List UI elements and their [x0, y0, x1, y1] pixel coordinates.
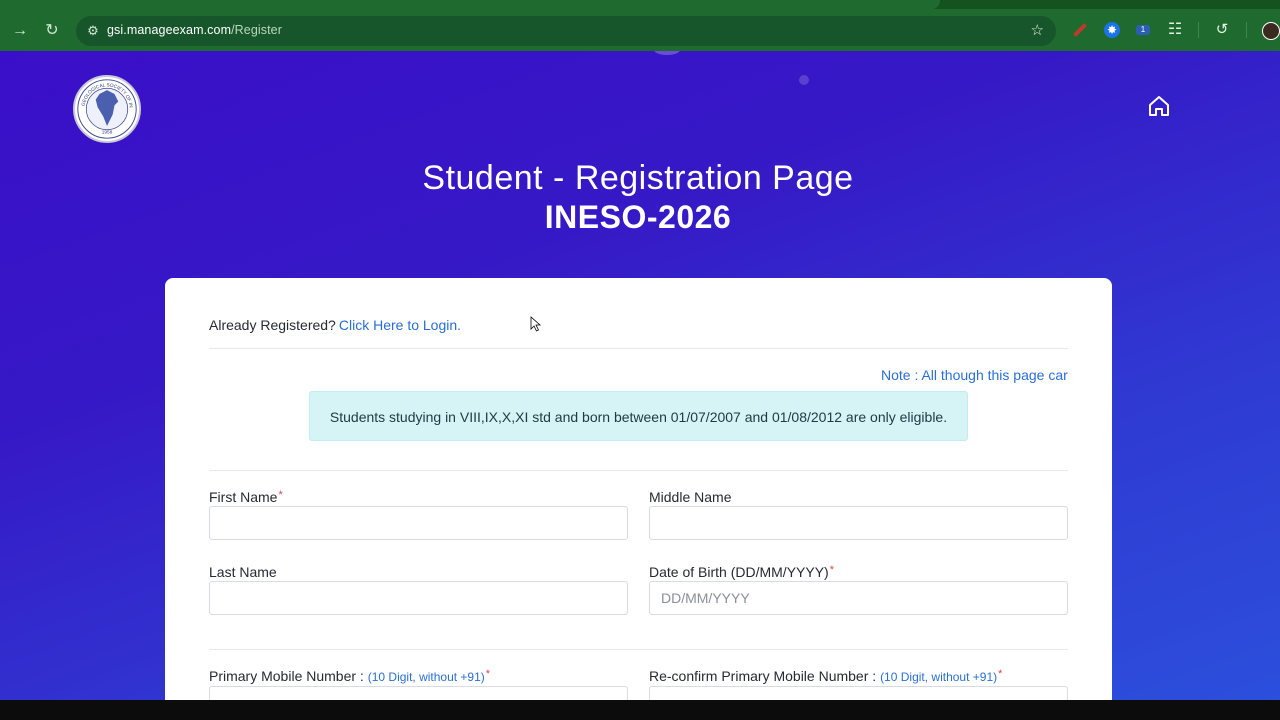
- middle-name-input[interactable]: [649, 506, 1068, 540]
- toolbar-separator: [1246, 22, 1247, 38]
- mouse-cursor-icon: [530, 316, 542, 332]
- eligibility-alert: Students studying in VIII,IX,X,XI std an…: [309, 391, 968, 441]
- login-link[interactable]: Click Here to Login.: [339, 317, 461, 333]
- reload-icon[interactable]: ↻: [41, 20, 63, 42]
- profile-avatar[interactable]: [1262, 22, 1280, 40]
- first-name-label-text: First Name: [209, 489, 278, 505]
- confirm-mobile-input[interactable]: [649, 686, 1068, 700]
- decorative-bubble: [799, 75, 809, 85]
- primary-mobile-label-text: Primary Mobile Number :: [209, 668, 364, 684]
- confirm-mobile-hint: (10 Digit, without +91): [880, 670, 998, 684]
- taskbar-strip: [0, 700, 1280, 720]
- page-content: GEOLOGICAL SOCIETY OF INDIA 1958 Student…: [0, 51, 1280, 700]
- confirm-mobile-label-text: Re-confirm Primary Mobile Number :: [649, 668, 877, 684]
- dob-label: Date of Birth (DD/MM/YYYY)*: [649, 564, 834, 580]
- dob-label-text: Date of Birth (DD/MM/YYYY): [649, 564, 829, 580]
- url-path: /Register: [231, 23, 282, 37]
- page-title: Student - Registration Page: [422, 159, 854, 197]
- address-bar[interactable]: ⚙ gsi.manageexam.com/Register ☆: [76, 16, 1056, 46]
- exam-name: INESO-2026: [544, 199, 732, 235]
- last-name-input[interactable]: [209, 581, 628, 615]
- required-marker: *: [998, 668, 1003, 680]
- site-info-icon[interactable]: ⚙: [84, 22, 102, 40]
- divider: [209, 348, 1068, 349]
- active-tab[interactable]: [0, 0, 940, 9]
- password-extension-icon[interactable]: 1: [1136, 25, 1150, 35]
- logo-year: 1958: [102, 129, 113, 134]
- browser-toolbar: → ↻ ⚙ gsi.manageexam.com/Register ☆ ✸ 1 …: [0, 0, 1280, 51]
- toolbar-separator: [1198, 22, 1199, 38]
- divider: [209, 470, 1068, 471]
- required-marker: *: [278, 489, 283, 501]
- dob-input[interactable]: [649, 581, 1068, 615]
- url-domain: gsi.manageexam.com: [107, 23, 232, 37]
- already-registered-text: Already Registered?: [209, 317, 336, 333]
- middle-name-label-text: Middle Name: [649, 489, 732, 505]
- gsi-logo[interactable]: GEOLOGICAL SOCIETY OF INDIA 1958: [73, 75, 141, 143]
- first-name-label: First Name*: [209, 489, 283, 505]
- logo-emblem: GEOLOGICAL SOCIETY OF INDIA 1958: [75, 77, 137, 139]
- divider: [209, 649, 1068, 650]
- history-icon[interactable]: ↺: [1214, 22, 1230, 38]
- gear-extension-icon[interactable]: ✸: [1104, 22, 1120, 38]
- registration-card: Already Registered? Click Here to Login. …: [165, 278, 1112, 700]
- decorative-bubble: [654, 51, 680, 55]
- home-icon[interactable]: [1147, 94, 1171, 118]
- note-marquee: Note : All though this page car: [209, 367, 1068, 385]
- primary-mobile-label: Primary Mobile Number : (10 Digit, witho…: [209, 668, 490, 684]
- required-marker: *: [485, 668, 491, 680]
- note-text: Note : All though this page car: [881, 367, 1068, 383]
- required-marker: *: [829, 564, 834, 576]
- bookmark-star-icon[interactable]: ☆: [1031, 22, 1044, 40]
- forward-arrow-icon[interactable]: →: [9, 20, 31, 42]
- url-text[interactable]: gsi.manageexam.com/Register: [107, 23, 282, 37]
- confirm-mobile-label: Re-confirm Primary Mobile Number : (10 D…: [649, 668, 1002, 684]
- last-name-label-text: Last Name: [209, 564, 277, 580]
- puzzle-icon[interactable]: ☷: [1167, 22, 1183, 38]
- last-name-label: Last Name: [209, 564, 277, 580]
- already-registered-row: Already Registered? Click Here to Login.: [209, 317, 461, 333]
- primary-mobile-hint: (10 Digit, without +91): [367, 670, 485, 684]
- first-name-input[interactable]: [209, 506, 628, 540]
- primary-mobile-input[interactable]: [209, 686, 628, 700]
- middle-name-label: Middle Name: [649, 489, 731, 505]
- pen-extension-icon[interactable]: [1072, 22, 1088, 38]
- tab-strip: [0, 0, 1280, 9]
